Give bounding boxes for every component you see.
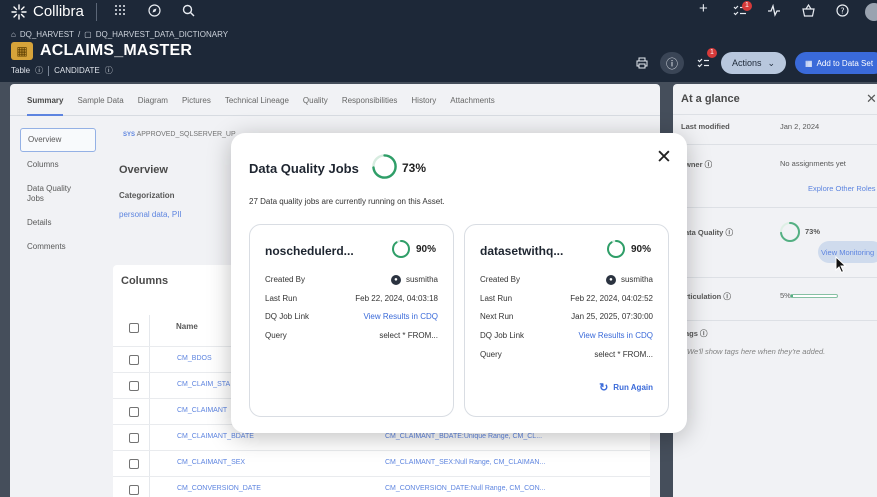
job-field-label: Last Run	[480, 293, 513, 303]
overall-quality-percent: 73%	[402, 161, 427, 175]
overall-quality-ring	[372, 154, 397, 179]
job-field-value: susmitha	[620, 275, 653, 285]
asset-type: Table	[11, 66, 31, 75]
collibra-logo-icon	[11, 3, 27, 20]
info-icon[interactable]: ⓘ	[105, 65, 113, 76]
modal-description: 27 Data quality jobs are currently runni…	[249, 197, 445, 206]
add-to-data-set-label: Add to Data Set	[816, 58, 874, 68]
page-title: ACLAIMS_MASTER	[40, 42, 193, 59]
svg-text:?: ?	[840, 7, 844, 16]
job-field-label: Next Run	[480, 312, 514, 322]
compass-icon[interactable]	[148, 4, 161, 20]
table-asset-icon: ▦	[11, 42, 33, 60]
dq-job-card: datasetwithq... 90% Created By ● susmitha Las…	[464, 224, 669, 417]
run-again-button[interactable]: ↻ Run Again	[599, 381, 653, 394]
status-badge: CANDIDATE	[54, 66, 100, 75]
breadcrumb-separator: /	[77, 30, 81, 39]
tasks-badge: 1	[707, 48, 717, 58]
topbar-divider	[96, 3, 97, 21]
close-icon[interactable]: ✕	[656, 148, 672, 168]
job-field-label: Last Run	[265, 293, 298, 303]
job-name: datasetwithq...	[480, 244, 564, 258]
print-icon[interactable]	[633, 52, 651, 74]
job-field-label: Created By	[480, 275, 521, 284]
user-avatar-icon: ●	[605, 275, 616, 285]
meta-divider	[48, 65, 50, 76]
job-field-value: Jan 25, 2025, 07:30:00	[571, 312, 653, 322]
modal-title: Data Quality Jobs	[249, 161, 359, 176]
job-field-value: Feb 22, 2024, 04:03:18	[355, 293, 438, 303]
basket-icon[interactable]	[802, 3, 815, 20]
job-quality-ring	[392, 240, 410, 258]
job-field-label: DQ Job Link	[480, 331, 525, 341]
job-field-value: Feb 22, 2024, 04:02:52	[570, 293, 653, 303]
job-field-value: select * FROM...	[379, 331, 438, 341]
community-icon: ⌂	[11, 30, 16, 39]
info-icon[interactable]: ⓘ	[35, 65, 43, 76]
data-quality-jobs-modal: Data Quality Jobs 73% ✕ 27 Data quality …	[231, 133, 687, 433]
job-quality-percent: 90%	[631, 244, 652, 255]
actions-button[interactable]: Actions ⌄	[721, 52, 786, 74]
breadcrumb-item[interactable]: DQ_HARVEST_DATA_DICTIONARY	[96, 30, 228, 39]
job-created-by: ● susmitha	[605, 275, 653, 285]
plus-icon[interactable]: +	[699, 1, 708, 16]
chevron-down-icon: ⌄	[767, 57, 776, 68]
search-icon[interactable]	[182, 4, 195, 20]
refresh-icon: ↻	[599, 382, 609, 394]
view-results-link[interactable]: View Results in CDQ	[578, 331, 653, 340]
mouse-cursor-icon	[835, 256, 847, 274]
job-field-value: susmitha	[405, 275, 438, 285]
job-field-label: Created By	[265, 275, 306, 284]
job-quality-ring	[607, 240, 625, 258]
asset-title-row: ▦ ACLAIMS_MASTER	[11, 42, 192, 60]
job-name: noschedulerd...	[265, 244, 354, 258]
table-icon: ▦	[805, 58, 813, 68]
user-avatar[interactable]	[865, 3, 877, 21]
apps-grid-icon[interactable]	[114, 4, 126, 19]
app-name: Collibra	[33, 3, 84, 20]
job-field-value: select * FROM...	[594, 349, 653, 359]
actions-label: Actions	[731, 58, 762, 68]
job-quality-ring-arc	[392, 240, 410, 258]
info-icon: ⓘ	[665, 56, 678, 71]
breadcrumb: ⌂ DQ_HARVEST / ▢ DQ_HARVEST_DATA_DICTION…	[11, 30, 228, 39]
help-icon[interactable]: ?	[836, 4, 849, 20]
view-results-link[interactable]: View Results in CDQ	[363, 312, 438, 321]
job-field-label: Query	[480, 349, 502, 359]
tasks-badge: 1	[742, 1, 752, 11]
activity-icon[interactable]	[767, 3, 781, 20]
info-button[interactable]: ⓘ	[660, 52, 684, 74]
collibra-logo[interactable]: Collibra	[11, 3, 84, 20]
asset-meta: Table ⓘ CANDIDATE ⓘ	[11, 65, 113, 76]
domain-icon: ▢	[84, 30, 92, 39]
breadcrumb-item[interactable]: DQ_HARVEST	[20, 30, 74, 39]
run-again-label: Run Again	[613, 383, 653, 392]
job-quality-ring-arc	[607, 240, 625, 258]
job-field-label: Query	[265, 331, 287, 341]
job-created-by: ● susmitha	[390, 275, 438, 285]
add-to-data-set-button[interactable]: ▦ Add to Data Set	[795, 52, 877, 74]
job-quality-percent: 90%	[416, 244, 437, 255]
dq-job-card: noschedulerd... 90% Created By ● susmitha Las…	[249, 224, 454, 417]
user-avatar-icon: ●	[390, 275, 401, 285]
job-field-label: DQ Job Link	[265, 312, 310, 322]
